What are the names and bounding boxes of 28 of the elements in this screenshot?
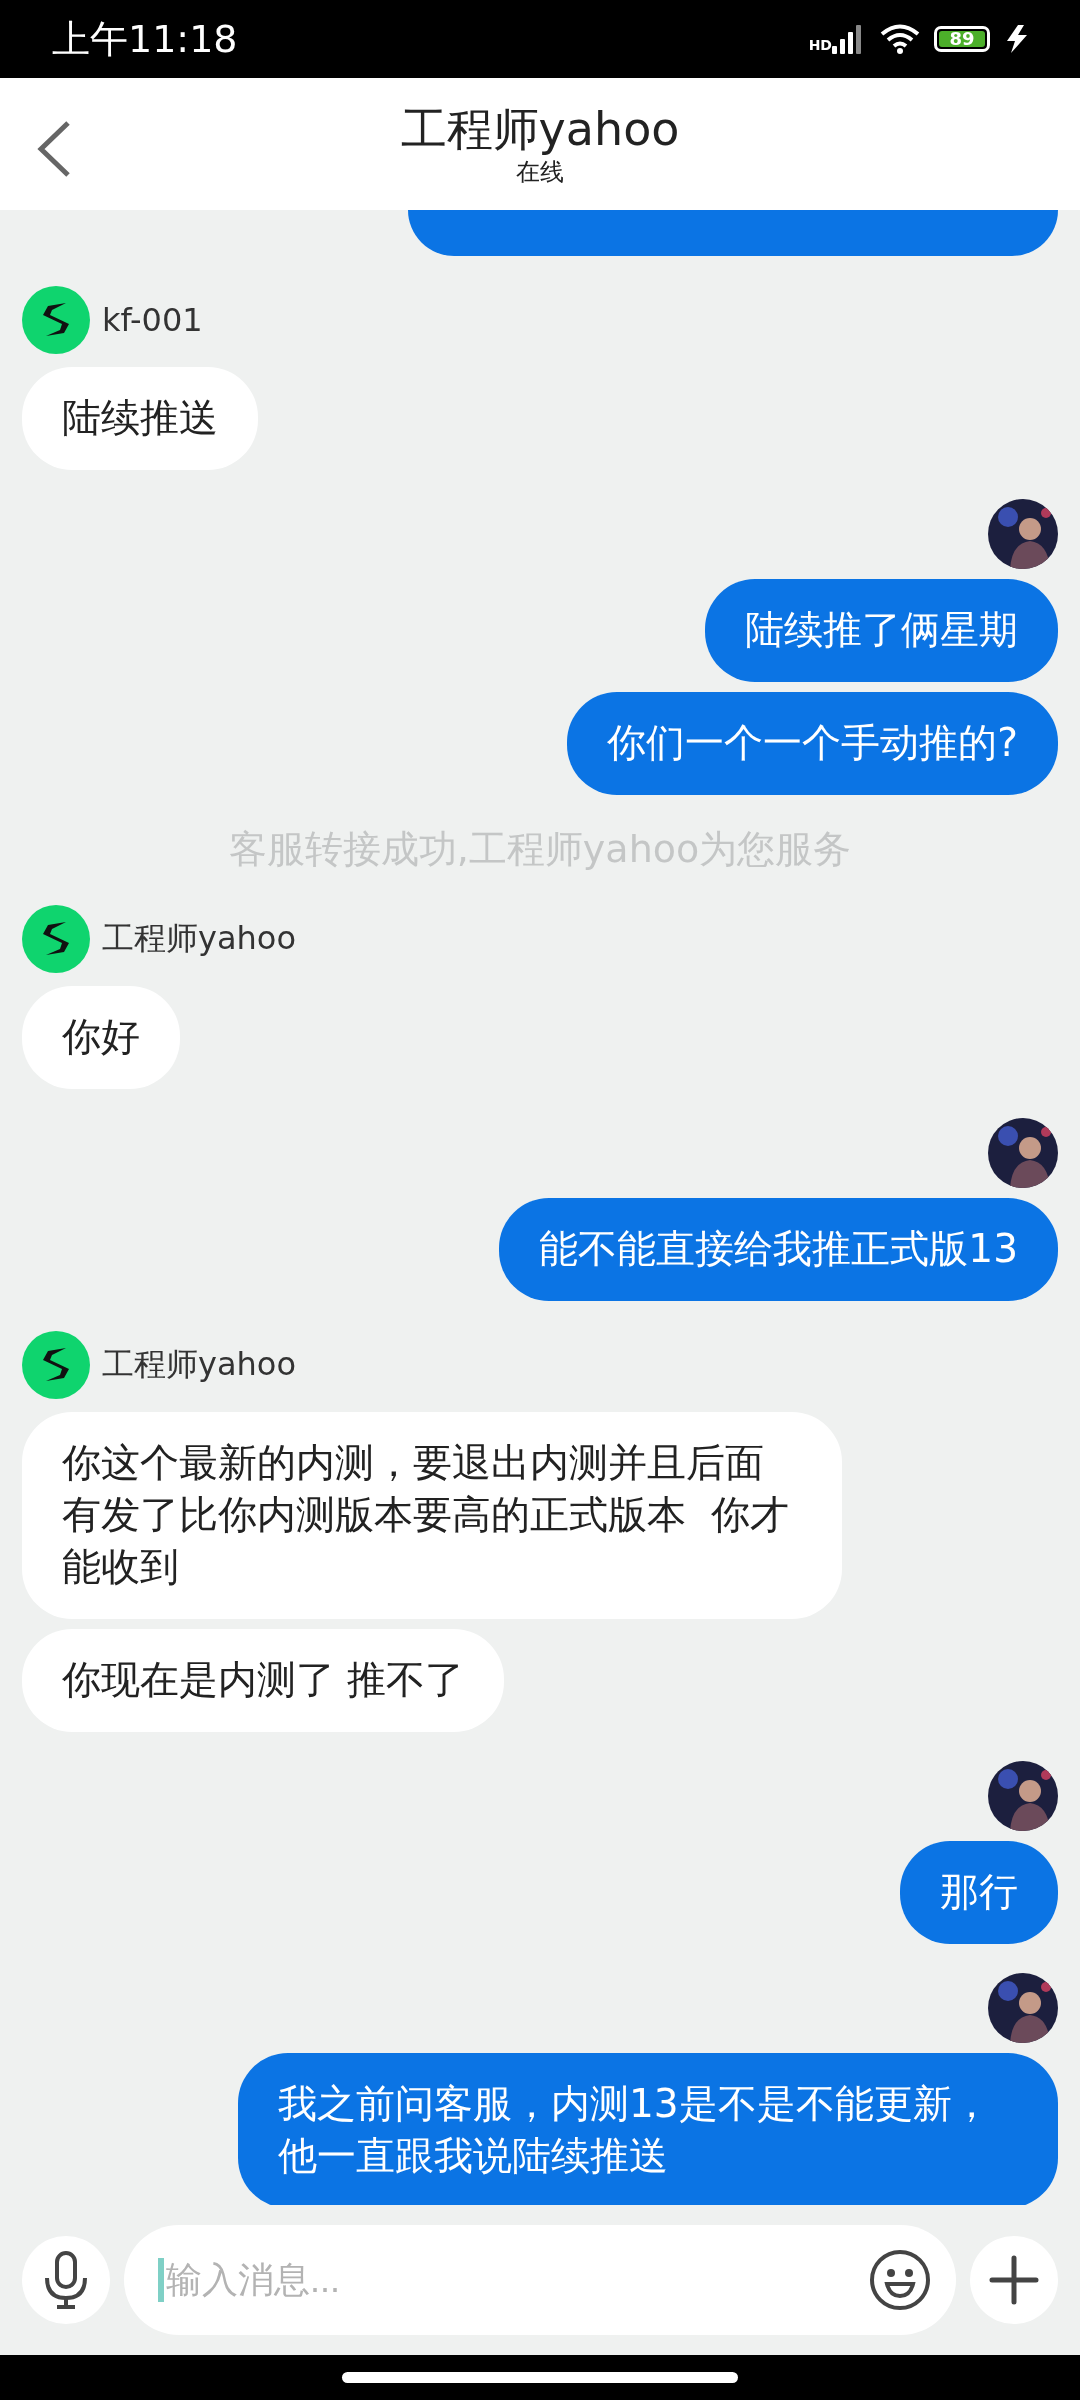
message-bubble: 我之前问客服，内测13是不是不能更新，他一直跟我说陆续推送 (238, 2053, 1058, 2205)
avatar (22, 905, 90, 973)
chat-title: 工程师yahoo (400, 101, 680, 157)
avatar (22, 286, 90, 354)
sender-name: kf-001 (102, 301, 203, 339)
message-field[interactable]: 输入消息... (124, 2225, 956, 2335)
wifi-icon (880, 23, 920, 55)
battery-icon: 89 (934, 26, 990, 52)
sender-name: 工程师yahoo (102, 1344, 296, 1385)
status-time: 上午11:18 (52, 15, 238, 63)
back-icon[interactable] (36, 120, 72, 178)
message-bubble: 能不能直接给我推正式版13 (499, 1198, 1058, 1301)
message-bubble: 你们一个一个手动推的? (567, 692, 1058, 795)
sender-name: 工程师yahoo (102, 918, 296, 959)
message-bubble: 陆续推了俩星期 (705, 579, 1058, 682)
avatar (22, 1331, 90, 1399)
message-bubble: 那行 (900, 1841, 1058, 1944)
message-bubble: 你好 (22, 986, 180, 1089)
microphone-icon (43, 2250, 89, 2310)
online-status: 在线 (516, 157, 564, 187)
message-bubble: 你这个最新的内测，要退出内测并且后面有发了比你内测版本要高的正式版本 你才能收到 (22, 1412, 842, 1619)
message-input[interactable]: 输入消息... (158, 2258, 868, 2302)
network-label: HD (808, 37, 832, 53)
charging-icon (1004, 24, 1030, 54)
emoji-icon[interactable] (868, 2248, 932, 2312)
plus-icon (988, 2254, 1040, 2306)
message-bubble: 陆续推送 (22, 367, 258, 470)
message-bubble: 你现在是内测了 推不了 (22, 1629, 505, 1732)
